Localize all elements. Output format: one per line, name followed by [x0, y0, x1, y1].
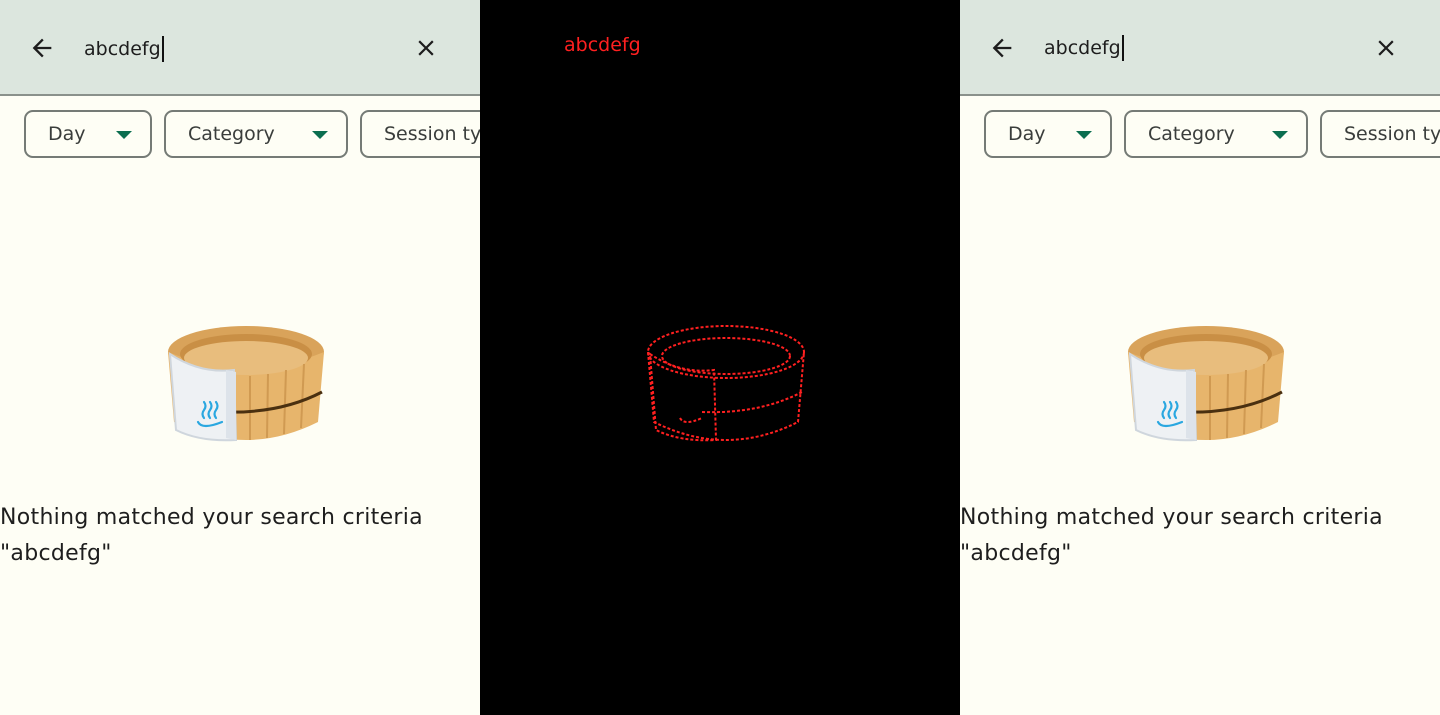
- empty-state-line1: Nothing matched your search criteria: [0, 505, 423, 530]
- diff-query-text: abcdefg: [564, 34, 641, 56]
- filter-label: Day: [48, 123, 86, 145]
- filter-label: Category: [1148, 123, 1235, 145]
- back-button[interactable]: [22, 28, 62, 68]
- search-input[interactable]: abcdefg: [1044, 33, 1124, 63]
- empty-state-message: Nothing matched your search criteria "ab…: [960, 500, 1440, 572]
- filter-label: Session type: [384, 123, 480, 145]
- dropdown-arrow-icon: [1076, 131, 1092, 139]
- empty-state-line2: "abcdefg": [0, 541, 112, 566]
- filter-category-chip[interactable]: Category: [1124, 110, 1308, 158]
- search-input[interactable]: abcdefg: [84, 34, 164, 64]
- empty-state-message: Nothing matched your search criteria "ab…: [0, 500, 480, 572]
- empty-state-line2: "abcdefg": [960, 541, 1072, 566]
- filter-day-chip[interactable]: Day: [24, 110, 152, 158]
- diff-panel: abcdefg: [480, 0, 960, 715]
- search-query: abcdefg: [1044, 37, 1121, 59]
- search-bar: abcdefg: [0, 0, 480, 96]
- filter-label: Day: [1008, 123, 1046, 145]
- dropdown-arrow-icon: [1272, 131, 1288, 139]
- dropdown-arrow-icon: [116, 131, 132, 139]
- text-caret: [161, 36, 164, 62]
- diff-bucket-outline-image: [647, 325, 805, 442]
- search-bar: abcdefg: [960, 0, 1440, 96]
- arrow-back-icon: [32, 38, 52, 58]
- filter-session-type-chip[interactable]: Session type: [360, 110, 480, 158]
- filter-session-type-chip[interactable]: Session type: [1320, 110, 1440, 158]
- dropdown-arrow-icon: [312, 131, 328, 139]
- search-query: abcdefg: [84, 38, 161, 60]
- back-button[interactable]: [982, 28, 1022, 68]
- filter-day-chip[interactable]: Day: [984, 110, 1112, 158]
- bath-bucket-image: [168, 326, 324, 442]
- close-icon: [418, 40, 434, 56]
- bath-bucket-image: [1128, 326, 1284, 442]
- empty-state-line1: Nothing matched your search criteria: [960, 505, 1383, 530]
- filter-label: Session type: [1344, 123, 1440, 145]
- screen-after: abcdefg Day Category Session type: [960, 0, 1440, 715]
- close-icon: [1378, 40, 1394, 56]
- filter-category-chip[interactable]: Category: [164, 110, 348, 158]
- screen-before: abcdefg Day Category Session type: [0, 0, 480, 715]
- arrow-back-icon: [992, 38, 1012, 58]
- clear-search-button[interactable]: [406, 28, 446, 68]
- filter-label: Category: [188, 123, 275, 145]
- text-caret: [1121, 35, 1124, 61]
- clear-search-button[interactable]: [1366, 28, 1406, 68]
